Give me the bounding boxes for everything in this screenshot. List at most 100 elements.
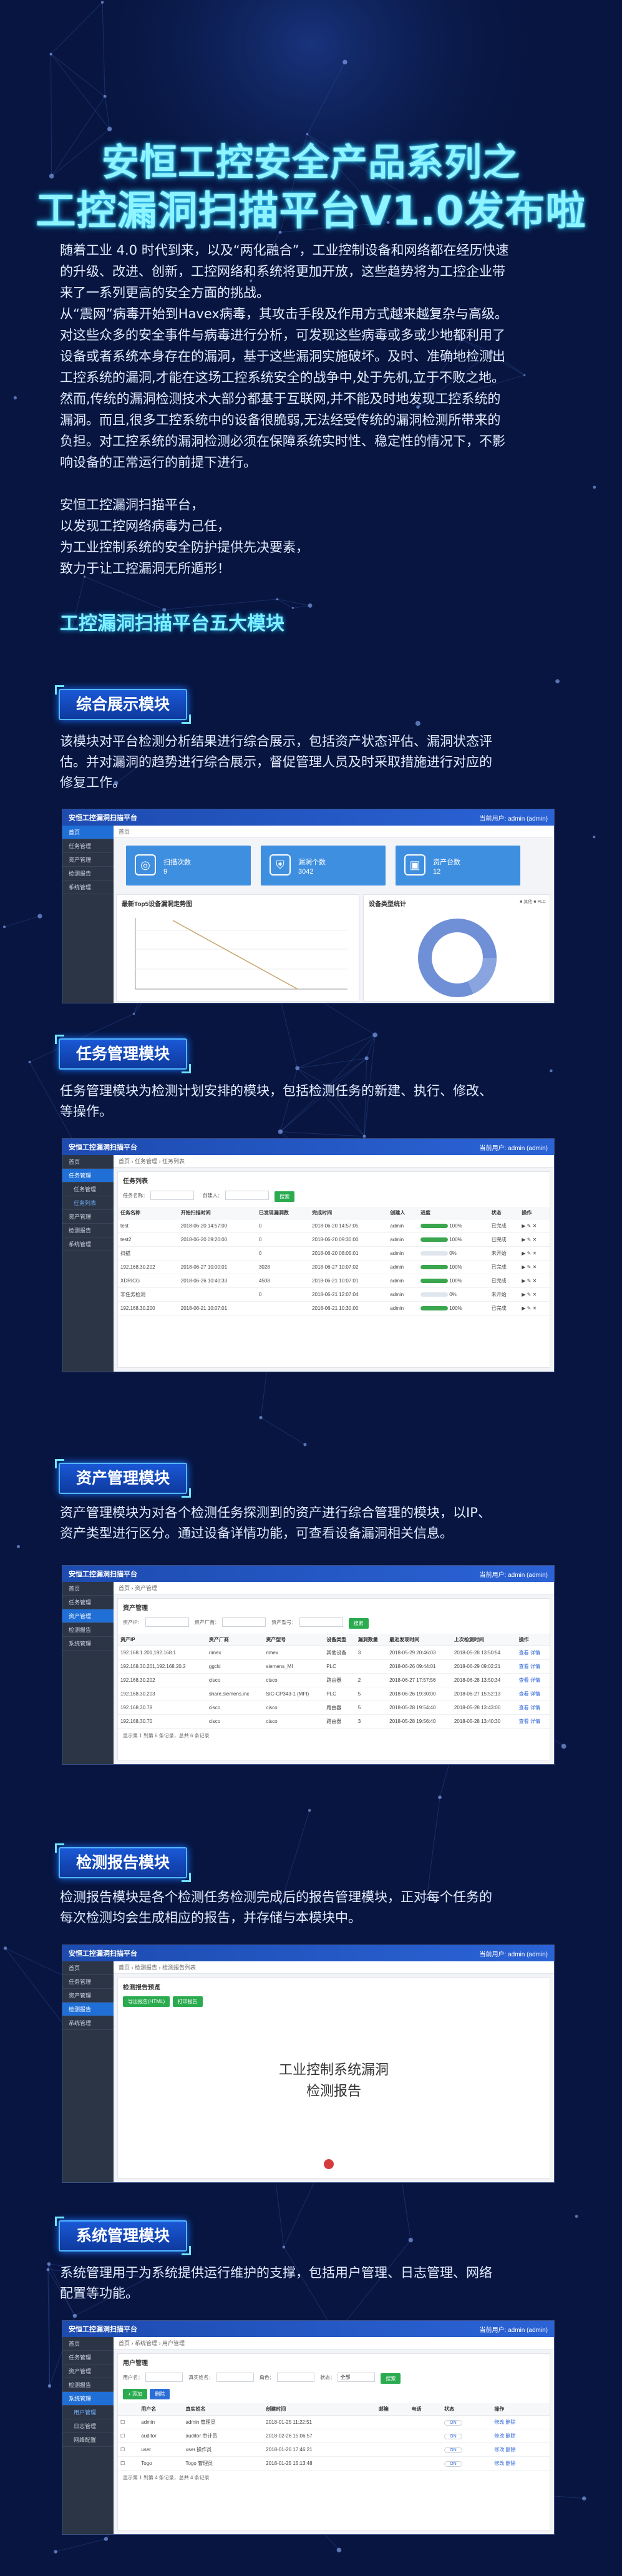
sidebar-subitem-task-list[interactable]: 任务列表 — [62, 1196, 114, 1210]
column-header[interactable]: 真实姓名 — [183, 2403, 264, 2416]
task-name-input[interactable] — [150, 1191, 195, 1201]
edit-icon[interactable]: ✎ — [527, 1292, 533, 1297]
sidebar-item-assets[interactable]: 资产管理 — [62, 853, 114, 867]
detail-link[interactable]: 查看 详情 — [516, 1687, 550, 1701]
sidebar-item-tasks[interactable]: 任务管理 — [62, 2351, 114, 2364]
current-user[interactable]: 当前用户: admin (admin) — [480, 1569, 548, 1579]
asset-model-input[interactable] — [299, 1617, 343, 1627]
current-user[interactable]: 当前用户: admin (admin) — [480, 813, 548, 822]
edit-icon[interactable]: ✎ — [527, 1264, 533, 1270]
current-user[interactable]: 当前用户: admin (admin) — [480, 2325, 548, 2334]
toggle-switch[interactable]: ON — [444, 2447, 462, 2453]
column-header[interactable]: 漏洞数量 — [355, 1634, 387, 1646]
sidebar-item-assets[interactable]: 资产管理 — [62, 1609, 114, 1623]
realname-input[interactable] — [216, 2373, 254, 2383]
asset-ip-cell[interactable]: 192.168.30.70 — [118, 1714, 207, 1729]
table-row[interactable]: 192.168.30.70 cisco cisco 路由器 3 2018-05-28 19… — [118, 1714, 550, 1729]
row-checkbox[interactable]: ☐ — [118, 2442, 139, 2457]
task-name-cell[interactable]: test2 — [118, 1232, 178, 1247]
stat-card-assets[interactable]: ▣ 资产台数 12 — [396, 846, 520, 886]
delete-icon[interactable]: ✕ — [533, 1305, 537, 1311]
column-header[interactable]: 邮箱 — [376, 2403, 409, 2416]
task-name-cell[interactable]: 扫描 — [118, 1246, 178, 1261]
asset-vendor-input[interactable] — [222, 1617, 266, 1627]
play-icon[interactable]: ▶ — [522, 1305, 527, 1311]
actions-cell[interactable]: 修改 删除 — [492, 2456, 550, 2471]
column-header[interactable]: 上次检测时间 — [451, 1634, 517, 1646]
column-header[interactable]: 电话 — [409, 2403, 442, 2416]
toggle-switch[interactable]: ON — [444, 2419, 462, 2426]
status-select[interactable]: 全部 — [338, 2373, 376, 2383]
sidebar-item-reports[interactable]: 检测报告 — [62, 1224, 114, 1237]
asset-ip-cell[interactable]: 192.168.30.203 — [118, 1687, 207, 1701]
sidebar-item-reports[interactable]: 检测报告 — [62, 2003, 114, 2016]
sidebar-item-assets[interactable]: 资产管理 — [62, 2364, 114, 2378]
current-user[interactable]: 当前用户: admin (admin) — [480, 1949, 548, 1958]
search-button[interactable]: 搜索 — [348, 1618, 369, 1629]
sidebar-item-tasks[interactable]: 任务管理 — [62, 1596, 114, 1609]
column-header[interactable]: 已发现漏洞数 — [256, 1207, 310, 1219]
sidebar-subitem-logs[interactable]: 日志管理 — [62, 2419, 114, 2433]
play-icon[interactable]: ▶ — [522, 1237, 527, 1242]
column-header[interactable]: 创建时间 — [263, 2403, 376, 2416]
table-row[interactable]: 192.168.1.201,192.168.1 rimex rimex 其他设备 3 20… — [118, 1646, 550, 1660]
sidebar-item-system[interactable]: 系统管理 — [62, 1637, 114, 1651]
sidebar-item-system[interactable]: 系统管理 — [62, 1237, 114, 1251]
column-header[interactable]: 完成时间 — [309, 1207, 388, 1219]
detail-link[interactable]: 查看 详情 — [516, 1673, 550, 1687]
status-toggle[interactable]: ON — [442, 2429, 492, 2443]
task-name-cell[interactable]: 非任务检测 — [118, 1287, 178, 1302]
print-report-button[interactable]: 打印报告 — [172, 1996, 203, 2007]
creator-input[interactable] — [225, 1191, 270, 1201]
sidebar-item-reports[interactable]: 检测报告 — [62, 867, 114, 881]
toggle-switch[interactable]: ON — [444, 2461, 462, 2467]
sidebar-item-home[interactable]: 首页 — [62, 2337, 114, 2351]
toggle-switch[interactable]: ON — [444, 2433, 462, 2439]
table-row[interactable]: ☐ auditor auditor 审计员 2018-02-26 15:06:57 ON… — [118, 2429, 550, 2443]
task-name-cell[interactable]: 192.168.30.202 — [118, 1260, 178, 1274]
column-header[interactable]: 状态 — [488, 1207, 520, 1219]
table-row[interactable]: 192.168.30.202 2018-06-27 10:00:01 3028 201… — [118, 1260, 550, 1274]
table-row[interactable]: 192.168.30.200 2018-06-21 10:07:01 2018-06… — [118, 1301, 550, 1315]
search-button[interactable]: 搜索 — [275, 1191, 295, 1202]
table-row[interactable]: 非任务检测 0 2018-06-21 12:07:04 admin 0% 未开始 ▶ ✎ … — [118, 1287, 550, 1302]
detail-link[interactable]: 查看 详情 — [516, 1659, 550, 1674]
asset-ip-cell[interactable]: 192.168.30.201,192.168.20.2 — [118, 1659, 207, 1674]
status-toggle[interactable]: ON — [442, 2456, 492, 2471]
play-icon[interactable]: ▶ — [522, 1278, 527, 1284]
column-header[interactable] — [118, 2403, 139, 2416]
task-name-cell[interactable]: XDRICG — [118, 1274, 178, 1288]
task-name-cell[interactable]: 192.168.30.200 — [118, 1301, 178, 1315]
status-toggle[interactable]: ON — [442, 2415, 492, 2429]
sidebar-item-system[interactable]: 系统管理 — [62, 2392, 114, 2406]
column-header[interactable]: 资产IP — [118, 1634, 207, 1646]
table-row[interactable]: 192.168.30.201,192.168.20.2 ggcki siemens_… — [118, 1659, 550, 1674]
asset-ip-cell[interactable]: 192.168.1.201,192.168.1 — [118, 1646, 207, 1660]
detail-link[interactable]: 查看 详情 — [516, 1700, 550, 1715]
sidebar-item-tasks[interactable]: 任务管理 — [62, 839, 114, 853]
column-header[interactable]: 资产型号 — [263, 1634, 324, 1646]
actions-cell[interactable]: 修改 删除 — [492, 2429, 550, 2443]
sidebar-item-home[interactable]: 首页 — [62, 826, 114, 839]
username-input[interactable] — [145, 2373, 183, 2383]
delete-icon[interactable]: ✕ — [533, 1251, 537, 1256]
table-row[interactable]: 扫描 0 2018-06-20 08:05:01 admin 0% 未开始 ▶ ✎ ✕ — [118, 1246, 550, 1261]
play-icon[interactable]: ▶ — [522, 1251, 527, 1256]
column-header[interactable]: 用户名 — [138, 2403, 183, 2416]
table-row[interactable]: test2 2018-06-20 09:20:00 0 2018-06-20 09:3… — [118, 1232, 550, 1247]
table-row[interactable]: 192.168.30.202 cisco cisco 路由器 2 2018-06-27 1… — [118, 1673, 550, 1687]
sidebar-item-tasks[interactable]: 任务管理 — [62, 1975, 114, 1989]
column-header[interactable]: 设备类型 — [324, 1634, 356, 1646]
edit-icon[interactable]: ✎ — [527, 1251, 533, 1256]
status-toggle[interactable]: ON — [442, 2442, 492, 2457]
sidebar-item-home[interactable]: 首页 — [62, 1961, 114, 1975]
edit-icon[interactable]: ✎ — [527, 1305, 533, 1311]
edit-icon[interactable]: ✎ — [527, 1223, 533, 1229]
sidebar-item-reports[interactable]: 检测报告 — [62, 2378, 114, 2392]
actions-cell[interactable]: 修改 删除 — [492, 2415, 550, 2429]
column-header[interactable]: 开始扫描时间 — [178, 1207, 256, 1219]
play-icon[interactable]: ▶ — [522, 1292, 527, 1297]
column-header[interactable]: 进度 — [417, 1207, 489, 1219]
sidebar-item-reports[interactable]: 检测报告 — [62, 1623, 114, 1637]
asset-ip-input[interactable] — [145, 1617, 190, 1627]
